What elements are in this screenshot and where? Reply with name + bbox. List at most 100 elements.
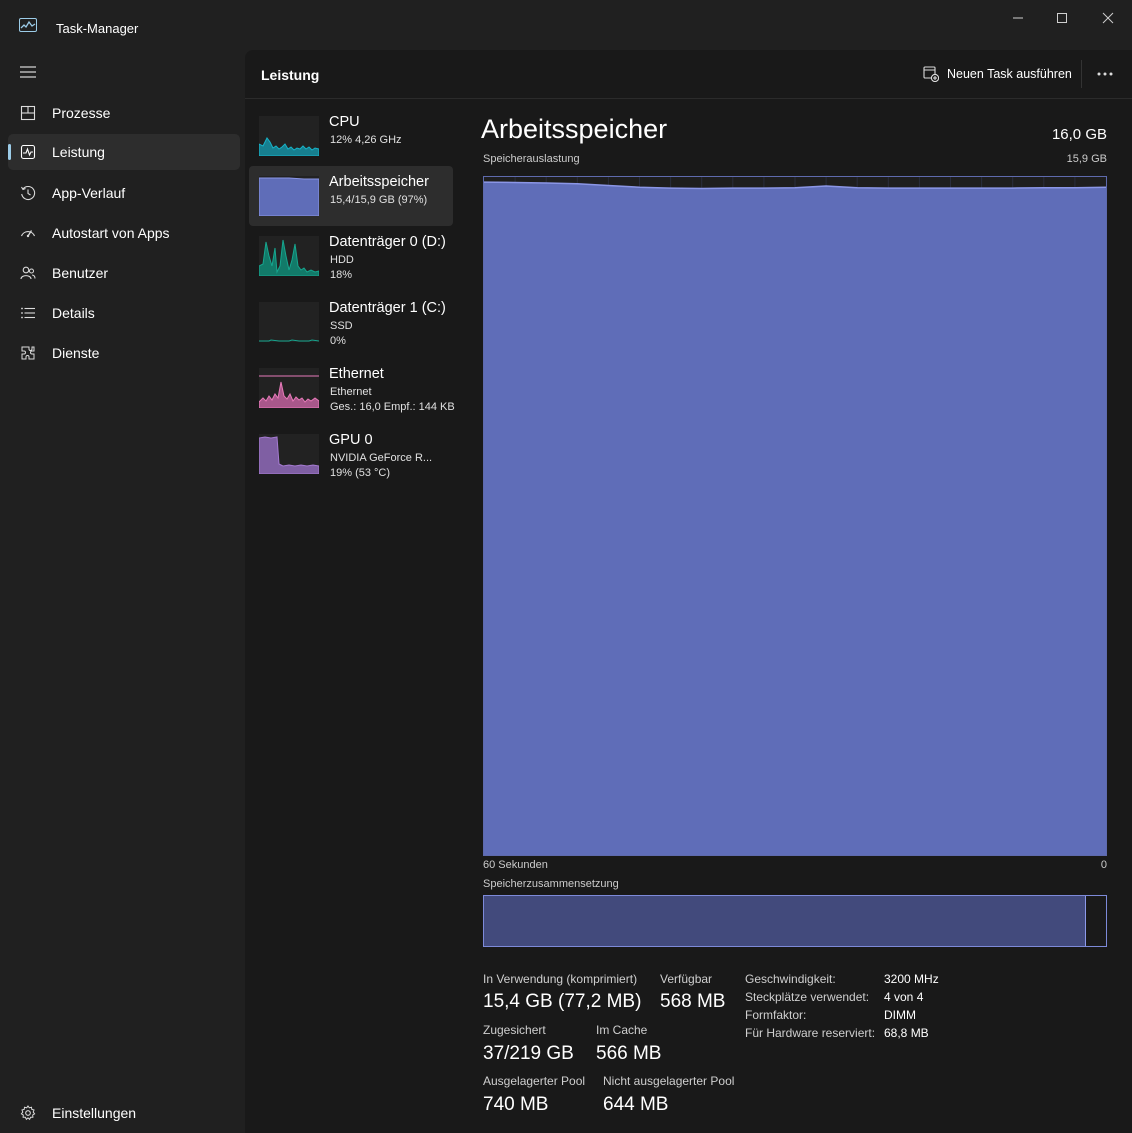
sidebar-item-services[interactable]: Dienste (8, 335, 240, 371)
sidebar-item-settings[interactable]: Einstellungen (8, 1095, 240, 1131)
services-icon (21, 346, 35, 360)
slots-value: 4 von 4 (884, 990, 924, 1004)
resource-detail: 15,4/15,9 GB (97%) (330, 194, 428, 206)
resource-name: Arbeitsspeicher (329, 174, 429, 190)
sidebar-item-label: Autostart von Apps (52, 225, 170, 241)
sidebar-item-performance[interactable]: Leistung (8, 134, 240, 170)
gpu-sparkline (259, 434, 319, 474)
title-bar: Task-Manager (0, 0, 1132, 50)
memory-usage-area (484, 182, 1106, 855)
speed-key: Geschwindigkeit: (745, 972, 836, 986)
close-icon (1102, 12, 1114, 24)
maximize-button[interactable] (1047, 8, 1077, 30)
sidebar-item-label: Dienste (52, 345, 100, 361)
sidebar: Prozesse Leistung App-Verlauf Autostart … (0, 50, 245, 1133)
resource-item-ethernet[interactable]: Ethernet Ethernet Ges.: 16,0 Empf.: 144 … (249, 358, 455, 418)
header-divider (1081, 60, 1082, 88)
resource-name: GPU 0 (329, 432, 373, 448)
resource-name: Datenträger 1 (C:) (329, 300, 446, 316)
resource-name: CPU (329, 114, 360, 130)
resource-detail: Ethernet (330, 386, 372, 398)
committed-label: Zugesichert (483, 1023, 546, 1037)
graph-label: Speicherauslastung (483, 153, 580, 165)
detail-title: Arbeitsspeicher (481, 114, 668, 144)
performance-icon (20, 144, 36, 160)
resource-detail: 19% (53 °C) (330, 467, 391, 479)
form-factor-value: DIMM (884, 1008, 916, 1022)
new-task-icon (923, 66, 939, 82)
gear-icon (20, 1105, 36, 1121)
resource-detail: 0% (330, 335, 346, 347)
users-icon (20, 266, 36, 280)
resource-detail: 18% (330, 269, 353, 281)
task-manager-icon (19, 18, 37, 32)
close-button[interactable] (1093, 8, 1123, 30)
main-panel: Leistung Neuen Task ausführen CPU 12% 4,… (245, 50, 1132, 1133)
cached-value: 566 MB (596, 1043, 662, 1064)
resource-item-memory[interactable]: Arbeitsspeicher 15,4/15,9 GB (97%) (249, 166, 453, 226)
sidebar-item-app-history[interactable]: App-Verlauf (8, 175, 240, 211)
maximize-icon (1057, 13, 1067, 23)
resource-item-disk-0[interactable]: Datenträger 0 (D:) HDD 18% (249, 226, 453, 286)
sidebar-item-processes[interactable]: Prozesse (8, 95, 240, 131)
disk-1-sparkline (259, 302, 319, 342)
sidebar-item-label: App-Verlauf (52, 185, 126, 201)
details-icon (21, 307, 35, 319)
committed-value: 37/219 GB (483, 1043, 574, 1064)
resource-name: Datenträger 0 (D:) (329, 234, 446, 250)
sidebar-item-startup[interactable]: Autostart von Apps (8, 215, 240, 251)
in-use-value: 15,4 GB (77,2 MB) (483, 991, 642, 1012)
available-value: 568 MB (660, 991, 726, 1012)
window-title: Task-Manager (56, 21, 139, 36)
resource-item-gpu[interactable]: GPU 0 NVIDIA GeForce R... 19% (53 °C) (249, 424, 453, 484)
memory-usage-graph (483, 176, 1107, 856)
nonpaged-pool-value: 644 MB (603, 1094, 669, 1115)
resource-detail: NVIDIA GeForce R... (330, 452, 433, 464)
composition-label: Speicherzusammensetzung (483, 878, 619, 890)
slots-key: Steckplätze verwendet: (745, 990, 870, 1004)
resource-detail: SSD (330, 320, 353, 332)
new-task-label: Neuen Task ausführen (947, 67, 1072, 81)
minimize-icon (1013, 17, 1023, 19)
page-title: Leistung (261, 67, 320, 83)
startup-icon (20, 230, 36, 238)
speed-value: 3200 MHz (884, 972, 939, 986)
sidebar-item-label: Details (52, 305, 95, 321)
cpu-sparkline (259, 116, 319, 156)
disk-0-sparkline (259, 236, 319, 276)
sidebar-item-details[interactable]: Details (8, 295, 240, 331)
hardware-reserved-key: Für Hardware reserviert: (745, 1026, 876, 1040)
sidebar-item-users[interactable]: Benutzer (8, 255, 240, 291)
in-use-label: In Verwendung (komprimiert) (483, 972, 638, 986)
paged-pool-label: Ausgelagerter Pool (483, 1074, 586, 1088)
graph-time-end-label: 0 (1100, 859, 1107, 871)
minimize-button[interactable] (1003, 8, 1033, 30)
processes-icon (20, 105, 36, 121)
resource-name: Ethernet (329, 366, 384, 382)
resource-detail: 12% 4,26 GHz (330, 134, 402, 146)
memory-in-use-segment (484, 896, 1087, 946)
history-icon (21, 185, 36, 200)
hamburger-menu-icon[interactable] (20, 66, 36, 78)
graph-max-label: 15,9 GB (1066, 153, 1107, 165)
sidebar-item-label: Einstellungen (52, 1105, 137, 1121)
more-options-icon[interactable] (1093, 64, 1117, 84)
memory-usage-chart (484, 177, 1106, 855)
resource-item-cpu[interactable]: CPU 12% 4,26 GHz (249, 106, 453, 166)
memory-composition-bar (483, 895, 1107, 947)
paged-pool-value: 740 MB (483, 1094, 549, 1115)
active-indicator (8, 144, 11, 160)
page-header: Leistung Neuen Task ausführen (245, 50, 1132, 99)
resource-item-disk-1[interactable]: Datenträger 1 (C:) SSD 0% (249, 292, 453, 352)
form-factor-key: Formfaktor: (745, 1008, 807, 1022)
ethernet-sparkline (259, 368, 319, 408)
hardware-reserved-value: 68,8 MB (884, 1026, 929, 1040)
sidebar-item-label: Prozesse (52, 105, 111, 121)
resource-detail: HDD (330, 254, 354, 266)
cached-label: Im Cache (596, 1023, 648, 1037)
available-label: Verfügbar (660, 972, 713, 986)
sidebar-item-label: Leistung (52, 144, 105, 160)
resource-detail: Ges.: 16,0 Empf.: 144 KB (330, 401, 455, 413)
sidebar-item-label: Benutzer (52, 265, 109, 281)
graph-time-label: 60 Sekunden (483, 859, 548, 871)
